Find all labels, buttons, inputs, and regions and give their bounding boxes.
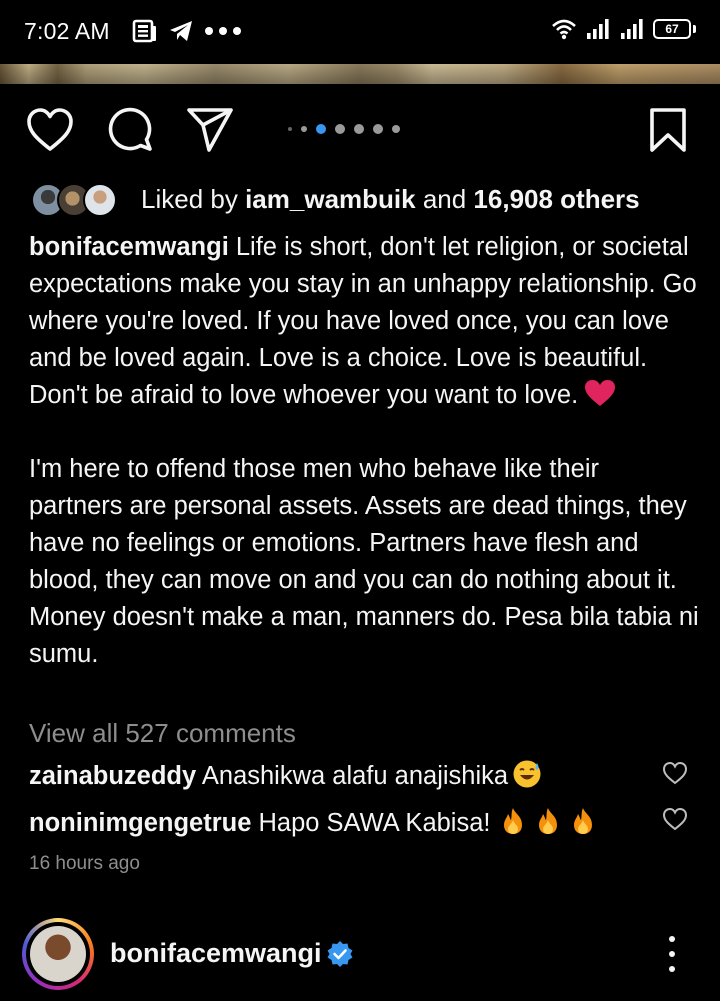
comment-like-heart-icon[interactable] xyxy=(662,760,688,786)
status-bar: 7:02 AM 67 xyxy=(0,0,720,64)
avatar xyxy=(83,183,117,217)
liker-username[interactable]: iam_wambuik xyxy=(245,184,416,214)
share-icon[interactable] xyxy=(186,106,234,154)
comment-row: zainabuzeddy Anashikwa alafu anajishika xyxy=(29,759,542,791)
fire-emoji-icon xyxy=(539,808,558,834)
likes-prefix: Liked by xyxy=(141,183,246,214)
comment-text: Hapo SAWA Kabisa! xyxy=(251,809,491,837)
news-icon xyxy=(132,19,156,43)
more-dots-icon xyxy=(205,27,241,35)
status-notification-icons xyxy=(132,19,242,43)
likes-count[interactable]: 16,908 others xyxy=(473,184,639,214)
wifi-icon xyxy=(552,19,576,40)
next-post-header: bonifacemwangi xyxy=(0,918,720,992)
signal-icon xyxy=(587,19,609,39)
carousel-dot xyxy=(335,124,345,134)
comment-username[interactable]: noninimgengetrue xyxy=(29,809,251,837)
post-action-bar xyxy=(0,102,720,154)
more-options-icon[interactable] xyxy=(656,936,688,972)
post-image[interactable] xyxy=(0,64,720,84)
comment-icon[interactable] xyxy=(107,106,155,154)
likes-conjunction: and xyxy=(415,183,474,214)
story-ring-gap xyxy=(26,922,90,986)
carousel-dot-active xyxy=(316,124,326,134)
post-caption: bonifacemwangi Life is short, don't let … xyxy=(29,229,699,673)
comment-like-heart-icon[interactable] xyxy=(662,806,688,832)
carousel-dot xyxy=(392,125,400,133)
carousel-dot xyxy=(373,124,383,134)
signal-icon xyxy=(621,19,643,39)
like-heart-icon[interactable] xyxy=(26,106,74,154)
avatar xyxy=(30,926,86,982)
battery-tip xyxy=(693,25,696,33)
story-ring[interactable] xyxy=(22,918,94,990)
carousel-dot xyxy=(288,127,292,131)
battery-icon: 67 xyxy=(653,19,691,39)
post-timestamp: 16 hours ago xyxy=(29,853,140,874)
likes-text: Liked by iam_wambuik and 16,908 others xyxy=(141,184,640,215)
caption-username[interactable]: bonifacemwangi xyxy=(29,233,229,261)
bookmark-icon[interactable] xyxy=(644,106,692,154)
carousel-indicator xyxy=(288,124,400,134)
caption-paragraph-2: I'm here to offend those men who behave … xyxy=(29,455,699,668)
comment-row: noninimgengetrue Hapo SAWA Kabisa! xyxy=(29,806,598,838)
red-heart-emoji-icon xyxy=(585,380,616,406)
likes-row[interactable]: Liked by iam_wambuik and 16,908 others xyxy=(31,178,640,220)
carousel-dot xyxy=(354,124,364,134)
status-system-icons: 67 xyxy=(551,18,696,40)
fire-emoji-icon xyxy=(574,808,593,834)
sweat-smile-emoji-icon xyxy=(513,760,541,788)
verified-badge-icon xyxy=(327,941,353,967)
telegram-icon xyxy=(170,21,192,41)
carousel-dot xyxy=(301,126,307,132)
fire-emoji-icon xyxy=(504,808,523,834)
status-time: 7:02 AM xyxy=(24,18,110,44)
view-all-comments-link[interactable]: View all 527 comments xyxy=(29,718,296,749)
comment-text: Anashikwa alafu anajishika xyxy=(196,762,509,790)
next-post-username[interactable]: bonifacemwangi xyxy=(110,938,322,969)
liker-avatars xyxy=(31,179,131,219)
comment-username[interactable]: zainabuzeddy xyxy=(29,762,196,790)
